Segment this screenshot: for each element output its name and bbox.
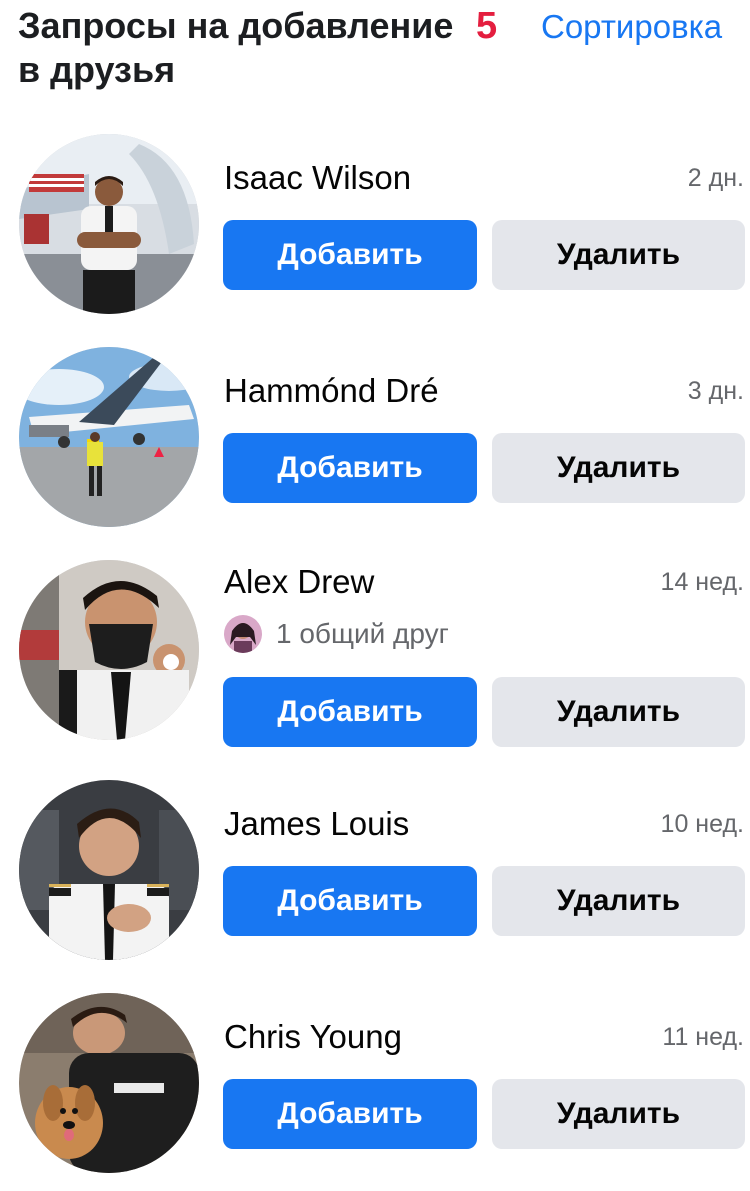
request-time: 14 нед. <box>660 568 744 596</box>
delete-request-button[interactable]: Удалить <box>492 866 745 936</box>
sort-button[interactable]: Сортировка <box>541 4 722 50</box>
request-time: 2 дн. <box>687 164 744 192</box>
request-name[interactable]: Alex Drew <box>224 562 374 602</box>
avatar[interactable] <box>19 134 199 314</box>
page-title: Запросы на добавление в друзья <box>18 5 454 90</box>
request-time: 3 дн. <box>687 377 744 405</box>
delete-request-button[interactable]: Удалить <box>492 220 745 290</box>
request-name[interactable]: Isaac Wilson <box>224 158 411 198</box>
request-count-badge: 5 <box>476 5 498 47</box>
avatar[interactable] <box>19 560 199 740</box>
avatar[interactable] <box>19 347 199 527</box>
delete-request-button[interactable]: Удалить <box>492 1079 745 1149</box>
friend-request-item: Alex Drew 14 нед. 1 общий друг Добавить … <box>0 560 750 750</box>
mutual-friends[interactable]: 1 общий друг <box>224 614 449 654</box>
mutual-friends-text: 1 общий друг <box>276 618 449 649</box>
request-name[interactable]: Hammónd Dré <box>224 371 439 411</box>
mutual-friend-avatar <box>224 615 262 653</box>
avatar[interactable] <box>19 993 199 1173</box>
add-friend-button[interactable]: Добавить <box>223 1079 477 1149</box>
friend-request-item: Isaac Wilson 2 дн. Добавить Удалить <box>0 134 750 314</box>
add-friend-button[interactable]: Добавить <box>223 433 477 503</box>
add-friend-button[interactable]: Добавить <box>223 220 477 290</box>
request-time: 11 нед. <box>662 1023 744 1051</box>
request-name[interactable]: Chris Young <box>224 1017 402 1057</box>
delete-request-button[interactable]: Удалить <box>492 433 745 503</box>
friend-requests-header: Запросы на добавление в друзья 5 Сортиро… <box>0 0 750 110</box>
delete-request-button[interactable]: Удалить <box>492 677 745 747</box>
add-friend-button[interactable]: Добавить <box>223 866 477 936</box>
friend-request-item: Chris Young 11 нед. Добавить Удалить <box>0 993 750 1173</box>
avatar[interactable] <box>19 780 199 960</box>
friend-request-item: Hammónd Dré 3 дн. Добавить Удалить <box>0 347 750 527</box>
add-friend-button[interactable]: Добавить <box>223 677 477 747</box>
request-name[interactable]: James Louis <box>224 804 409 844</box>
request-time: 10 нед. <box>660 810 744 838</box>
friend-request-item: James Louis 10 нед. Добавить Удалить <box>0 780 750 960</box>
